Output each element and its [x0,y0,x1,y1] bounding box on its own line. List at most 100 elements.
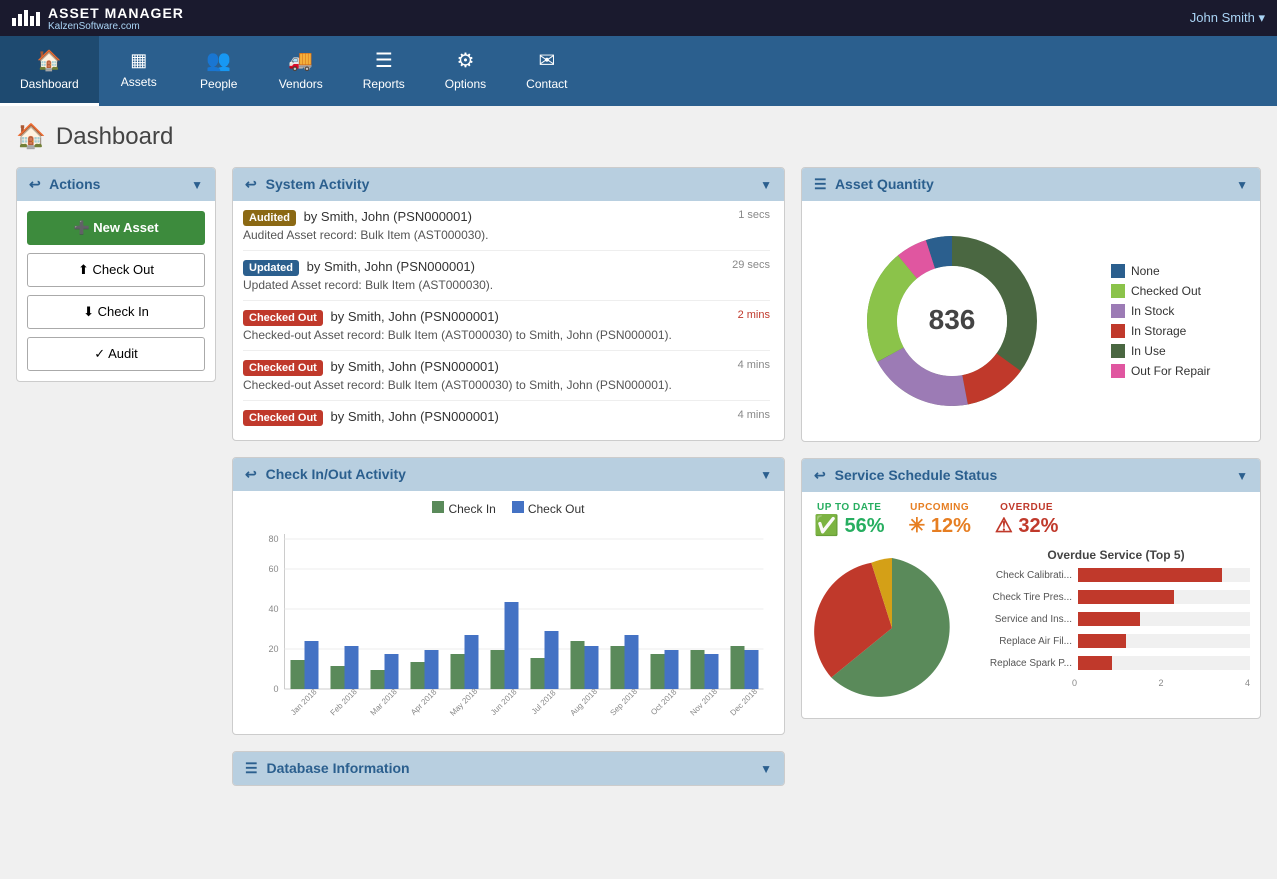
database-icon: ☰ [245,760,258,776]
asset-quantity-title: ☰ Asset Quantity [814,176,934,193]
legend-label-in-storage: In Storage [1131,324,1186,338]
audit-button[interactable]: ✓ Audit [27,337,205,371]
bar-chart-svg: 0 20 40 60 80 [243,524,774,724]
svg-text:20: 20 [268,644,278,654]
svg-text:40: 40 [268,604,278,614]
checkinout-body: Check In Check Out 0 20 40 60 [233,491,784,734]
right-column: ☰ Asset Quantity ▼ [801,167,1261,786]
legend-label-in-use: In Use [1131,344,1166,358]
legend-in-stock: In Stock [1111,304,1210,318]
svg-text:May 2018: May 2018 [448,686,480,718]
database-title: ☰ Database Information [245,760,410,777]
nav-item-people[interactable]: 👥 People [179,36,259,106]
stat-overdue-label: OVERDUE [995,502,1059,513]
overdue-bar [1078,568,1222,582]
badge-audited: Audited [243,210,296,226]
legend-in-use: In Use [1111,344,1210,358]
service-schedule-panel: ↩ Service Schedule Status ▼ UP TO DATE ✅… [801,458,1261,719]
user-name: John Smith [1190,10,1255,25]
nav-item-options[interactable]: ⚙ Options [425,36,506,106]
activity-desc: Audited Asset record: Bulk Item (AST0000… [243,228,730,242]
chart-legend: Check In Check Out [243,501,774,516]
activity-author: by Smith, John (PSN000001) [307,259,475,274]
badge-checked-out: Checked Out [243,310,323,326]
activity-item: Audited by Smith, John (PSN000001) Audit… [243,201,770,251]
actions-header: ↩ Actions ▼ [17,168,215,201]
activity-item: Checked Out by Smith, John (PSN000001) 4… [243,401,770,434]
stat-uptodate-label: UP TO DATE [814,502,885,513]
new-asset-button[interactable]: ➕ New Asset [27,211,205,245]
actions-panel: ↩ Actions ▼ ➕ New Asset ⬆ Check Out [16,167,216,382]
activity-desc: Checked-out Asset record: Bulk Item (AST… [243,378,730,392]
checkinout-icon: ↩ [245,466,257,482]
svg-text:Oct 2018: Oct 2018 [649,687,679,717]
nav-label-options: Options [445,77,486,91]
page-title: Dashboard [56,123,173,151]
activity-author: by Smith, John (PSN000001) [330,359,498,374]
nav-item-dashboard[interactable]: 🏠 Dashboard [0,36,99,106]
legend-label-checked-out: Checked Out [1131,284,1201,298]
activity-chevron: ▼ [760,178,772,192]
service-icon: ↩ [814,467,826,483]
overdue-icon: ⚠ [995,515,1013,537]
nav-item-contact[interactable]: ✉ Contact [506,36,587,106]
donut-svg: 836 [852,221,1052,421]
checkin-legend-label: Check In [448,502,495,516]
svg-text:Apr 2018: Apr 2018 [409,687,439,717]
brand: ASSET MANAGER KalzenSoftware.com [12,5,184,32]
svg-text:Feb 2018: Feb 2018 [329,687,360,718]
system-activity-header: ↩ System Activity ▼ [233,168,784,201]
svg-text:80: 80 [268,534,278,544]
activity-scroll-area[interactable]: Audited by Smith, John (PSN000001) Audit… [243,201,774,434]
nav-item-assets[interactable]: ▦ Assets [99,36,179,106]
check-in-button[interactable]: ⬇ Check In [27,295,205,329]
svg-text:Mar 2018: Mar 2018 [369,687,400,718]
svg-text:Aug 2018: Aug 2018 [568,687,599,718]
service-pie-chart [812,548,972,708]
nav-label-assets: Assets [121,75,157,89]
overdue-label: Replace Air Fil... [982,636,1072,647]
nav-item-reports[interactable]: ☰ Reports [343,36,425,106]
donut-chart: 836 [852,221,1052,421]
upcoming-icon: ✳ [909,515,926,537]
nav-item-vendors[interactable]: 🚚 Vendors [259,36,343,106]
legend-color-in-use [1111,344,1125,358]
stat-up-to-date: UP TO DATE ✅ 56% [814,502,885,538]
activity-desc: Updated Asset record: Bulk Item (AST0000… [243,278,724,292]
overdue-item: Check Calibrati... [982,568,1250,582]
mid-column: ↩ System Activity ▼ Audited by Smith, Jo… [232,167,785,786]
svg-text:Jul 2018: Jul 2018 [530,688,558,716]
audit-icon: ✓ [94,346,105,361]
nav-label-dashboard: Dashboard [20,77,79,91]
legend-none: None [1111,264,1210,278]
badge-checked-out: Checked Out [243,410,323,426]
overdue-label: Replace Spark P... [982,658,1072,669]
service-stats-row: UP TO DATE ✅ 56% UPCOMING ✳ 12% OVERDUE [802,492,1260,548]
contact-icon: ✉ [538,48,555,73]
overdue-label: Check Tire Pres... [982,592,1072,603]
legend-out-for-repair: Out For Repair [1111,364,1210,378]
uptodate-icon: ✅ [814,515,839,537]
main-nav: 🏠 Dashboard ▦ Assets 👥 People 🚚 Vendors … [0,36,1277,106]
legend-label-in-stock: In Stock [1131,304,1174,318]
reports-icon: ☰ [375,48,393,73]
asset-quantity-legend: None Checked Out In Stock In Storag [1111,264,1210,378]
options-icon: ⚙ [457,48,475,73]
x-label-2: 2 [1158,678,1163,688]
new-asset-icon: ➕ [73,220,89,235]
overdue-label: Service and Ins... [982,614,1072,625]
brand-subtitle: KalzenSoftware.com [48,21,184,32]
actions-icon: ↩ [29,176,41,192]
stat-upcoming-label: UPCOMING [909,502,971,513]
checkout-legend-label: Check Out [528,502,585,516]
vendors-icon: 🚚 [288,48,313,73]
actions-chevron: ▼ [191,178,203,192]
service-schedule-header: ↩ Service Schedule Status ▼ [802,459,1260,492]
database-panel: ☰ Database Information ▼ [232,751,785,786]
legend-label-none: None [1131,264,1160,278]
logo-icon [12,10,40,26]
user-menu[interactable]: John Smith ▾ [1190,10,1265,26]
check-out-button[interactable]: ⬆ Check Out [27,253,205,287]
overdue-bar-wrap [1078,612,1250,626]
overdue-bar-wrap [1078,656,1250,670]
